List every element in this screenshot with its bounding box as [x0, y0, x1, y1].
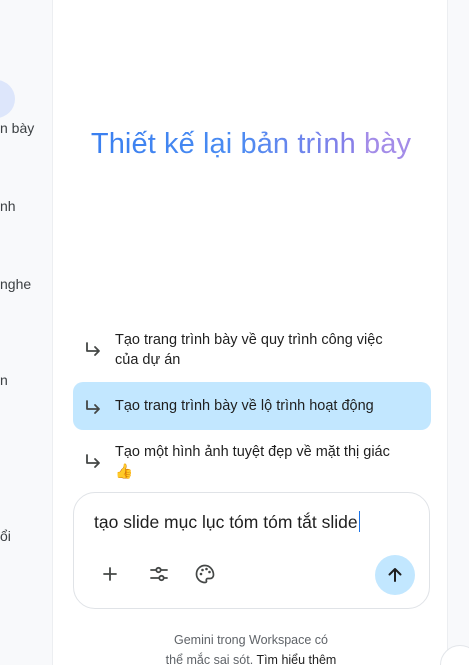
suggestion-line-1: Tạo một hình ảnh tuyệt đẹp về mặt thị gi…: [115, 444, 390, 460]
disclaimer-line-2: thể mắc sai sót.: [165, 653, 254, 665]
plus-icon[interactable]: [96, 560, 124, 588]
learn-more-link[interactable]: Tìm hiểu thêm: [256, 653, 336, 665]
side-nav-item-5[interactable]: ổi: [0, 528, 11, 544]
prompt-input[interactable]: tạo slide mục lục tóm tóm tắt slide: [94, 511, 361, 533]
disclaimer: Gemini trong Workspace có thể mắc sai só…: [53, 630, 449, 665]
tune-icon[interactable]: [145, 560, 173, 588]
suggestion-line-2: của dự án: [115, 352, 181, 368]
gemini-side-panel-screen: n bày nh nghe n ổi Thiết kế lại bản trìn…: [0, 0, 469, 665]
prompt-input-value: tạo slide mục lục tóm tóm tắt slide: [94, 512, 358, 532]
suggestion-list: Tạo trang trình bày về quy trình công vi…: [73, 322, 431, 494]
text-caret: [358, 511, 361, 532]
arrow-up-icon: [388, 568, 402, 582]
headline-part-2: bày: [364, 128, 412, 160]
welcome-headline: Thiết kế lại bản trình bày: [53, 128, 449, 161]
gemini-panel: Thiết kế lại bản trình bày Tạo trang trì…: [52, 0, 448, 665]
side-nav-item-3[interactable]: nghe: [0, 276, 31, 292]
subdirectory-arrow-icon: [81, 338, 105, 362]
side-navigation: n bày nh nghe n ổi: [0, 0, 52, 665]
suggestion-chip-workflow[interactable]: Tạo trang trình bày về quy trình công vi…: [73, 322, 431, 378]
side-nav-item-1[interactable]: n bày: [0, 120, 34, 136]
subdirectory-arrow-icon: [81, 450, 105, 474]
suggestion-text: Tạo trang trình bày về lộ trình hoạt độn…: [115, 398, 374, 414]
headline-part-1: Thiết kế lại bản trình: [90, 128, 356, 160]
disclaimer-line-1: Gemini trong Workspace có: [174, 633, 328, 647]
suggestion-line-1: Tạo trang trình bày về quy trình công vi…: [115, 332, 383, 348]
side-nav-item-4[interactable]: n: [0, 372, 8, 388]
side-nav-active-indicator[interactable]: [0, 80, 15, 118]
suggestion-chip-image[interactable]: Tạo một hình ảnh tuyệt đẹp về mặt thị gi…: [73, 434, 431, 490]
side-nav-item-2[interactable]: nh: [0, 198, 16, 214]
thumbs-up-emoji: 👍: [115, 464, 134, 480]
palette-icon[interactable]: [191, 560, 219, 588]
send-button[interactable]: [375, 555, 415, 595]
suggestion-text: Tạo một hình ảnh tuyệt đẹp về mặt thị gi…: [115, 442, 390, 482]
subdirectory-arrow-icon: [81, 396, 105, 420]
suggestion-chip-roadmap[interactable]: Tạo trang trình bày về lộ trình hoạt độn…: [73, 382, 431, 430]
prompt-composer[interactable]: tạo slide mục lục tóm tóm tắt slide: [73, 492, 430, 609]
right-gutter: [449, 0, 469, 665]
suggestion-text: Tạo trang trình bày về quy trình công vi…: [115, 330, 383, 370]
